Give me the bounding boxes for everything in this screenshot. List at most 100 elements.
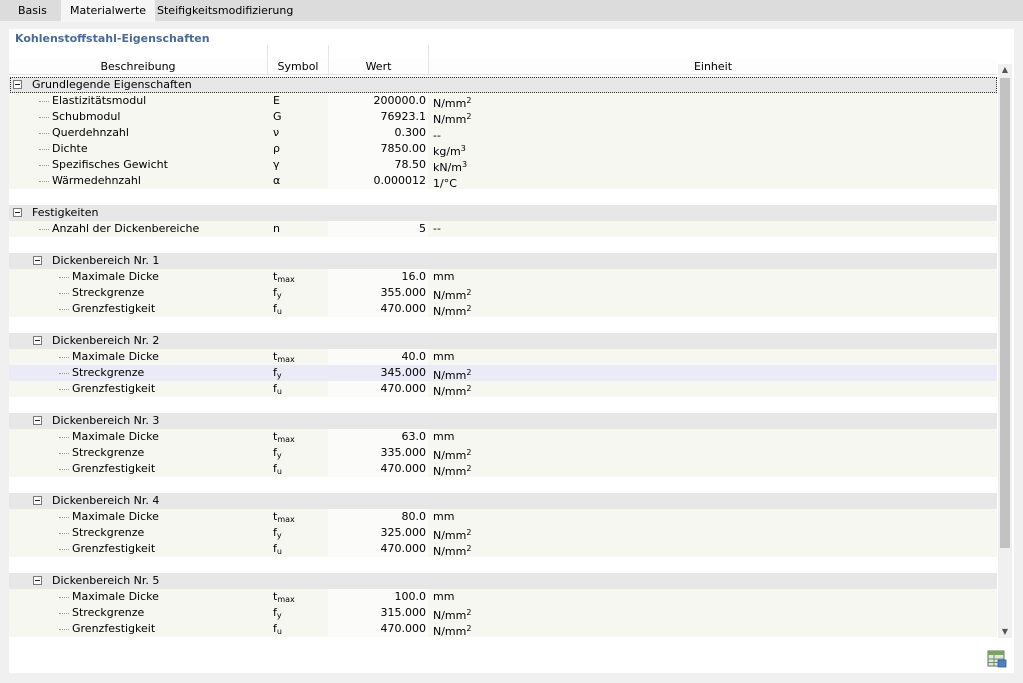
row-description: Maximale Dicke: [72, 270, 159, 283]
symbol-subscript: u: [276, 627, 282, 636]
collapse-icon[interactable]: [33, 496, 42, 505]
row-grenzfestigkeit[interactable]: Grenzfestigkeit fu 470.000 N/mm2: [9, 301, 997, 318]
row-value[interactable]: 470.000: [329, 541, 427, 557]
row-unit: --: [433, 222, 441, 235]
row-description: Dichte: [52, 142, 88, 155]
group-festigkeiten[interactable]: Festigkeiten: [9, 205, 997, 221]
row-value[interactable]: 16.0: [329, 269, 427, 285]
symbol-subscript: max: [277, 435, 295, 444]
row-grenzfestigkeit[interactable]: Grenzfestigkeit fu 470.000 N/mm2: [9, 541, 997, 558]
row-streckgrenze[interactable]: Streckgrenze fy 315.000 N/mm2: [9, 605, 997, 622]
row-description: Streckgrenze: [72, 606, 145, 619]
row-value[interactable]: 0.300: [329, 125, 427, 141]
row-querdehnzahl[interactable]: Querdehnzahl ν 0.300 --: [9, 125, 997, 142]
row-maximale-dicke[interactable]: Maximale Dicke tmax 80.0 mm: [9, 509, 997, 525]
row-value[interactable]: 355.000: [329, 285, 427, 301]
symbol-subscript: max: [277, 595, 295, 604]
subgroup-label: Dickenbereich Nr. 5: [52, 574, 160, 587]
subgroup-row[interactable]: Dickenbereich Nr. 3: [9, 413, 997, 429]
col-beschreibung[interactable]: Beschreibung: [9, 59, 268, 74]
header-top-cell: [329, 45, 429, 59]
properties-panel: Kohlenstoffstahl-Eigenschaften Beschreib…: [9, 29, 1014, 673]
unit-exponent: 2: [466, 384, 472, 393]
tree-branch: [59, 597, 69, 598]
row-streckgrenze[interactable]: Streckgrenze fy 355.000 N/mm2: [9, 285, 997, 302]
col-wert[interactable]: Wert: [329, 59, 429, 74]
row-value[interactable]: 470.000: [329, 461, 427, 477]
row-value[interactable]: 63.0: [329, 429, 427, 445]
dickenbereich-1: Dickenbereich Nr. 1 Maximale Dicke tmax …: [9, 253, 997, 333]
row-value[interactable]: 470.000: [329, 621, 427, 637]
row-unit: N/mm2: [433, 621, 471, 640]
col-einheit[interactable]: Einheit: [429, 59, 997, 74]
row-value[interactable]: 315.000: [329, 605, 427, 621]
subgroup-row[interactable]: Dickenbereich Nr. 5: [9, 573, 997, 589]
row-value[interactable]: 40.0: [329, 349, 427, 365]
row-value[interactable]: 0.000012: [329, 173, 427, 189]
subgroup-row[interactable]: Dickenbereich Nr. 4: [9, 493, 997, 509]
collapse-icon[interactable]: [33, 336, 42, 345]
row-schubmodul[interactable]: Schubmodul G 76923.1 N/mm2: [9, 109, 997, 126]
vertical-scrollbar[interactable]: ▲ ▼: [998, 64, 1012, 638]
row-value[interactable]: 470.000: [329, 381, 427, 397]
group-grundlegende[interactable]: Grundlegende Eigenschaften: [9, 77, 997, 93]
collapse-icon[interactable]: [33, 416, 42, 425]
row-description: Elastizitätsmodul: [52, 94, 147, 107]
row-grenzfestigkeit[interactable]: Grenzfestigkeit fu 470.000 N/mm2: [9, 381, 997, 398]
tree-branch: [59, 613, 69, 614]
tree-branch: [59, 309, 69, 310]
symbol-subscript: y: [276, 531, 282, 540]
tab-materialwerte[interactable]: Materialwerte: [61, 0, 156, 22]
row-spezifisches-gewicht[interactable]: Spezifisches Gewicht γ 78.50 kN/m3: [9, 157, 997, 174]
row-value[interactable]: 335.000: [329, 445, 427, 461]
row-maximale-dicke[interactable]: Maximale Dicke tmax 100.0 mm: [9, 589, 997, 605]
unit-exponent: 3: [460, 144, 466, 153]
tree-branch: [59, 517, 69, 518]
dickenbereich-3: Dickenbereich Nr. 3 Maximale Dicke tmax …: [9, 413, 997, 493]
scroll-up-icon[interactable]: ▲: [1000, 65, 1010, 75]
scrollbar-thumb[interactable]: [1000, 78, 1010, 548]
row-value[interactable]: 7850.00: [329, 141, 427, 157]
col-symbol[interactable]: Symbol: [268, 59, 329, 74]
row-value[interactable]: 345.000: [329, 365, 427, 381]
row-streckgrenze-selected[interactable]: Streckgrenze fy 345.000 N/mm2: [9, 365, 997, 382]
subgroup-row[interactable]: Dickenbereich Nr. 2: [9, 333, 997, 349]
row-unit: mm: [433, 510, 455, 523]
row-value[interactable]: 76923.1: [329, 109, 427, 125]
row-value[interactable]: 78.50: [329, 157, 427, 173]
row-value[interactable]: 200000.0: [329, 93, 427, 109]
collapse-icon[interactable]: [13, 208, 22, 217]
row-maximale-dicke[interactable]: Maximale Dicke tmax 63.0 mm: [9, 429, 997, 445]
row-value[interactable]: 5: [329, 221, 426, 237]
export-table-icon[interactable]: [985, 648, 1009, 670]
row-unit: mm: [433, 590, 455, 603]
row-elastizitaetsmodul[interactable]: Elastizitätsmodul E 200000.0 N/mm2: [9, 93, 997, 110]
row-streckgrenze[interactable]: Streckgrenze fy 325.000 N/mm2: [9, 525, 997, 542]
row-maximale-dicke[interactable]: Maximale Dicke tmax 16.0 mm: [9, 269, 997, 285]
collapse-icon[interactable]: [13, 80, 22, 89]
row-anzahl-dickenbereiche[interactable]: Anzahl der Dickenbereiche n 5 --: [9, 221, 997, 237]
row-symbol: α: [273, 174, 281, 187]
row-value[interactable]: 100.0: [329, 589, 427, 605]
row-grenzfestigkeit[interactable]: Grenzfestigkeit fu 470.000 N/mm2: [9, 621, 997, 640]
collapse-icon[interactable]: [33, 256, 42, 265]
tree-branch: [59, 389, 69, 390]
tab-bar: Basis Materialwerte Steifigkeitsmodifizi…: [0, 0, 1023, 22]
row-maximale-dicke[interactable]: Maximale Dicke tmax 40.0 mm: [9, 349, 997, 365]
tab-basis[interactable]: Basis: [9, 0, 56, 21]
grundlegende-items: Elastizitätsmodul E 200000.0 N/mm2 Schub…: [9, 93, 997, 190]
row-value[interactable]: 325.000: [329, 525, 427, 541]
row-value[interactable]: 470.000: [329, 301, 427, 317]
row-value[interactable]: 80.0: [329, 509, 427, 525]
tab-steifigkeitsmodifizierung[interactable]: Steifigkeitsmodifizierung: [148, 0, 302, 21]
scroll-down-icon[interactable]: ▼: [1000, 627, 1010, 637]
row-dichte[interactable]: Dichte ρ 7850.00 kg/m3: [9, 141, 997, 158]
row-waermedehnzahl[interactable]: Wärmedehnzahl α 0.000012 1/°C: [9, 173, 997, 190]
row-streckgrenze[interactable]: Streckgrenze fy 335.000 N/mm2: [9, 445, 997, 462]
row-description: Maximale Dicke: [72, 510, 159, 523]
collapse-icon[interactable]: [33, 576, 42, 585]
subgroup-row[interactable]: Dickenbereich Nr. 1: [9, 253, 997, 269]
spacer-row: [9, 557, 997, 573]
row-grenzfestigkeit[interactable]: Grenzfestigkeit fu 470.000 N/mm2: [9, 461, 997, 478]
row-description: Grenzfestigkeit: [72, 622, 156, 635]
